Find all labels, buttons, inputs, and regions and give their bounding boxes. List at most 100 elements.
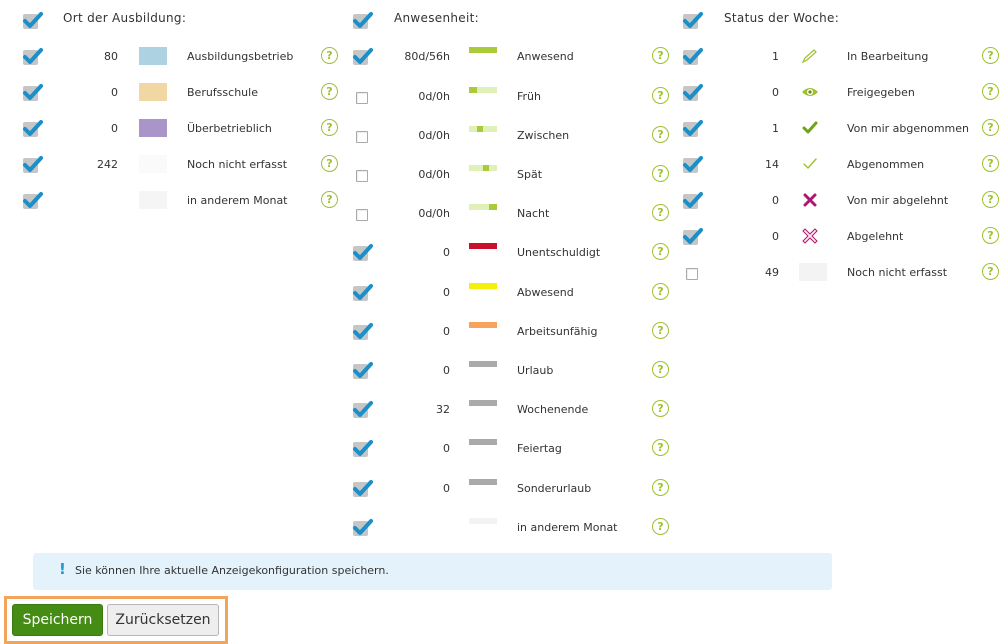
anwesenheit-checkbox[interactable] <box>351 360 373 382</box>
anwesenheit-label: Sonderurlaub <box>517 482 592 495</box>
bar-faint-icon <box>469 518 497 524</box>
anwesenheit-checkbox[interactable] <box>351 438 373 460</box>
anwesenheit-row: 0 Urlaub ? <box>340 358 680 382</box>
anwesenheit-count: 0 <box>443 325 450 338</box>
status-checkbox[interactable] <box>681 154 703 176</box>
bar-gray-icon <box>469 361 497 367</box>
color-swatch <box>139 191 167 209</box>
status-row: 49 Noch nicht erfasst ? <box>670 260 1006 284</box>
status-checkbox[interactable] <box>681 190 703 212</box>
help-icon[interactable]: ? <box>652 204 669 221</box>
help-icon[interactable]: ? <box>652 243 669 260</box>
anwesenheit-label: Wochenende <box>517 403 589 416</box>
help-icon[interactable]: ? <box>652 518 669 535</box>
help-icon[interactable]: ? <box>652 283 669 300</box>
cross-outline-icon <box>802 228 818 244</box>
anwesenheit-checkbox[interactable] <box>351 46 373 68</box>
color-swatch <box>139 119 167 137</box>
ausbildung-row: 0 Berufsschule ? <box>0 80 340 104</box>
status-count: 0 <box>772 86 779 99</box>
check-bold-icon <box>802 121 818 134</box>
status-master-checkbox[interactable] <box>681 10 703 32</box>
anwesenheit-checkbox[interactable] <box>351 399 373 421</box>
help-icon[interactable]: ? <box>982 227 999 244</box>
help-icon[interactable]: ? <box>652 400 669 417</box>
exclamation-icon: ! <box>59 560 66 578</box>
ausbildung-master-checkbox[interactable] <box>21 10 43 32</box>
help-icon[interactable]: ? <box>321 83 338 100</box>
anwesenheit-checkbox[interactable] <box>351 242 373 264</box>
help-icon[interactable]: ? <box>652 126 669 143</box>
status-row: 1 In Bearbeitung ? <box>670 44 1006 68</box>
bar-night-icon <box>469 204 497 210</box>
anwesenheit-checkbox[interactable] <box>351 282 373 304</box>
ausbildung-count: 80 <box>104 50 118 63</box>
ausbildung-label: in anderem Monat <box>187 194 288 207</box>
help-icon[interactable]: ? <box>321 155 338 172</box>
help-icon[interactable]: ? <box>982 83 999 100</box>
help-icon[interactable]: ? <box>321 119 338 136</box>
anwesenheit-label: Unentschuldigt <box>517 246 601 259</box>
help-icon[interactable]: ? <box>982 263 999 280</box>
help-icon[interactable]: ? <box>982 155 999 172</box>
status-checkbox[interactable] <box>681 82 703 104</box>
status-row: 0 Freigegeben ? <box>670 80 1006 104</box>
ausbildung-heading: Ort der Ausbildung: <box>63 11 187 25</box>
anwesenheit-row: 0 Sonderurlaub ? <box>340 476 680 500</box>
ausbildung-label: Berufsschule <box>187 86 258 99</box>
anwesenheit-checkbox[interactable] <box>351 321 373 343</box>
anwesenheit-label: Früh <box>517 90 541 103</box>
help-icon[interactable]: ? <box>321 191 338 208</box>
ausbildung-count: 0 <box>111 86 118 99</box>
help-icon[interactable]: ? <box>652 165 669 182</box>
ausbildung-label: Noch nicht erfasst <box>187 158 288 171</box>
ausbildung-checkbox[interactable] <box>21 118 43 140</box>
check-thin-icon <box>803 158 817 169</box>
status-checkbox[interactable] <box>681 46 703 68</box>
help-icon[interactable]: ? <box>652 361 669 378</box>
help-icon[interactable]: ? <box>982 119 999 136</box>
anwesenheit-checkbox[interactable] <box>351 203 373 225</box>
help-icon[interactable]: ? <box>652 47 669 64</box>
info-text: Sie können Ihre aktuelle Anzeigekonfigur… <box>75 564 389 577</box>
ausbildung-checkbox[interactable] <box>21 46 43 68</box>
anwesenheit-master-checkbox[interactable] <box>351 10 373 32</box>
ausbildung-checkbox[interactable] <box>21 82 43 104</box>
help-icon[interactable]: ? <box>652 479 669 496</box>
color-swatch <box>139 47 167 65</box>
anwesenheit-row: 0d/0h Spät ? <box>340 162 680 186</box>
status-count: 1 <box>772 122 779 135</box>
button-group: Speichern Zurücksetzen <box>4 596 228 644</box>
status-label: Abgenommen <box>847 158 925 171</box>
anwesenheit-checkbox[interactable] <box>351 517 373 539</box>
reset-button[interactable]: Zurücksetzen <box>107 604 219 636</box>
help-icon[interactable]: ? <box>652 322 669 339</box>
eye-icon <box>802 88 818 96</box>
status-checkbox[interactable] <box>681 226 703 248</box>
bar-red-icon <box>469 243 497 249</box>
ausbildung-checkbox[interactable] <box>21 154 43 176</box>
status-count: 1 <box>772 50 779 63</box>
status-checkbox[interactable] <box>681 118 703 140</box>
help-icon[interactable]: ? <box>982 191 999 208</box>
anwesenheit-checkbox[interactable] <box>351 164 373 186</box>
ausbildung-row: 0 Überbetrieblich ? <box>0 116 340 140</box>
ausbildung-row: in anderem Monat ? <box>0 188 340 212</box>
anwesenheit-label: Feiertag <box>517 442 562 455</box>
anwesenheit-checkbox[interactable] <box>351 86 373 108</box>
ausbildung-checkbox[interactable] <box>21 190 43 212</box>
anwesenheit-checkbox[interactable] <box>351 478 373 500</box>
status-row: 14 Abgenommen ? <box>670 152 1006 176</box>
anwesenheit-row: 0 Feiertag ? <box>340 436 680 460</box>
anwesenheit-row: 80d/56h Anwesend ? <box>340 44 680 68</box>
anwesenheit-row: 32 Wochenende ? <box>340 397 680 421</box>
help-icon[interactable]: ? <box>982 47 999 64</box>
help-icon[interactable]: ? <box>652 87 669 104</box>
anwesenheit-count: 32 <box>436 403 450 416</box>
status-checkbox[interactable] <box>681 262 703 284</box>
help-icon[interactable]: ? <box>652 439 669 456</box>
ausbildung-row: 80 Ausbildungsbetrieb ? <box>0 44 340 68</box>
help-icon[interactable]: ? <box>321 47 338 64</box>
anwesenheit-checkbox[interactable] <box>351 125 373 147</box>
save-button[interactable]: Speichern <box>12 604 103 636</box>
